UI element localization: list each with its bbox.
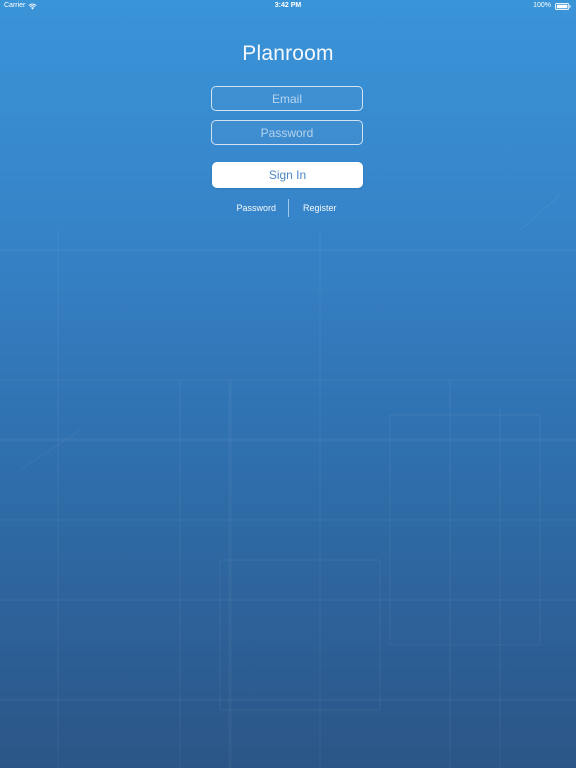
status-right: 100% [533, 0, 572, 12]
status-bar: Carrier 3:42 PM 100% [0, 0, 576, 12]
register-link[interactable]: Register [303, 199, 337, 217]
forgot-password-link[interactable]: Password [236, 199, 276, 217]
email-input[interactable] [212, 87, 362, 110]
status-time: 3:42 PM [274, 2, 302, 9]
password-field[interactable] [211, 120, 363, 145]
blueprint-background-graphic [0, 194, 576, 768]
battery-icon [555, 2, 571, 10]
links-divider [288, 199, 289, 217]
password-input[interactable] [212, 121, 362, 144]
email-field[interactable] [211, 86, 363, 111]
app-title: Planroom [242, 42, 334, 65]
account-links: Password Register [0, 199, 576, 217]
login-screen: Carrier 3:42 PM 100% Planroom Sign In Pa… [0, 0, 576, 768]
sign-in-button[interactable]: Sign In [212, 162, 363, 188]
battery-percentage: 100% [533, 2, 551, 9]
